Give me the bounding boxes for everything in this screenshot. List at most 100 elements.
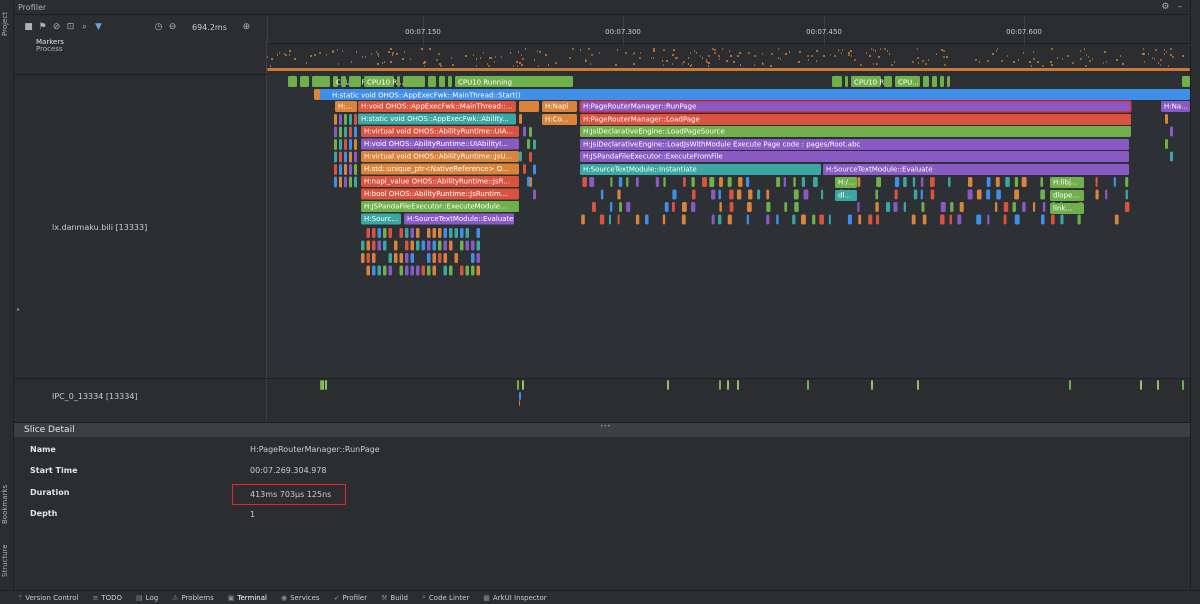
marker-dash[interactable] (730, 55, 732, 57)
slice-small[interactable] (443, 265, 448, 276)
slice-small[interactable] (748, 189, 753, 200)
slice-small[interactable] (405, 253, 409, 263)
marker-dash[interactable] (719, 58, 720, 60)
marker-dash[interactable] (925, 63, 927, 65)
slice-small[interactable] (460, 228, 464, 238)
marker-dash[interactable] (1007, 55, 1008, 57)
slice-small[interactable] (476, 253, 481, 263)
slice-small[interactable] (410, 253, 415, 263)
marker-dash[interactable] (390, 48, 392, 50)
marker-dash[interactable] (878, 56, 880, 58)
gear-icon[interactable]: ⚙ (1161, 2, 1169, 12)
marker-dash[interactable] (1051, 48, 1053, 50)
slice-small[interactable] (1124, 202, 1130, 212)
zoom-out-icon[interactable]: ⊖ (168, 22, 177, 32)
slice[interactable] (519, 101, 539, 112)
slice-small[interactable] (766, 214, 770, 225)
slice-small[interactable] (344, 139, 347, 150)
marker-dash[interactable] (975, 59, 977, 61)
marker-dash[interactable] (762, 53, 763, 55)
slice-small[interactable] (349, 151, 352, 163)
marker-dash[interactable] (271, 58, 273, 60)
slice-small[interactable] (529, 152, 532, 162)
slice-small[interactable] (1014, 177, 1019, 187)
slice-small[interactable] (903, 177, 907, 187)
slice-small[interactable] (432, 253, 437, 263)
marker-dash[interactable] (555, 62, 557, 64)
slice-small[interactable] (1170, 151, 1173, 162)
slice-small[interactable] (405, 240, 409, 251)
slice-small[interactable] (344, 126, 347, 138)
marker-dash[interactable] (306, 62, 307, 64)
marker-dash[interactable] (987, 60, 989, 62)
marker-dash[interactable] (1018, 59, 1019, 61)
slice-small[interactable] (911, 214, 916, 225)
ipc-slice[interactable] (807, 380, 809, 390)
splitter-handle[interactable]: ••• (600, 423, 611, 430)
slice-small[interactable] (793, 177, 796, 187)
marker-dash[interactable] (310, 55, 312, 57)
slice-small[interactable] (792, 214, 796, 225)
bottom-tab-log[interactable]: ▤ Log (136, 594, 158, 602)
marker-dash[interactable] (1013, 61, 1015, 63)
marker-dash[interactable] (439, 63, 441, 65)
slice-small[interactable] (354, 176, 357, 188)
capture-icon[interactable]: ⊡ (66, 22, 75, 32)
marker-dash[interactable] (762, 63, 764, 65)
marker-dash[interactable] (871, 48, 872, 50)
slice-small[interactable] (432, 228, 437, 238)
marker-dash[interactable] (922, 60, 924, 62)
ipc-slice[interactable] (519, 400, 520, 406)
slice-small[interactable] (427, 228, 431, 238)
slice-small[interactable] (427, 240, 431, 251)
marker-dash[interactable] (754, 64, 755, 66)
cpu-slice[interactable] (312, 76, 330, 87)
slice-small[interactable] (691, 189, 696, 200)
slice-small[interactable] (465, 265, 470, 276)
marker-dash[interactable] (848, 54, 850, 56)
slice-small[interactable] (449, 228, 453, 238)
slice-small[interactable] (921, 202, 925, 212)
marker-dash[interactable] (332, 51, 334, 53)
marker-dash[interactable] (1164, 53, 1165, 55)
marker-dash[interactable] (869, 55, 871, 57)
slice-small[interactable] (334, 114, 337, 125)
slice-small[interactable] (465, 228, 470, 238)
flag-icon[interactable]: ⚑ (38, 22, 47, 32)
marker-dash[interactable] (371, 53, 372, 55)
marker-dash[interactable] (384, 61, 385, 63)
slice-small[interactable] (757, 189, 761, 200)
cpu-slice[interactable] (947, 76, 950, 87)
slice-small[interactable] (416, 240, 420, 251)
marker-dash[interactable] (799, 51, 801, 53)
slice-small[interactable] (399, 228, 404, 238)
marker-dash[interactable] (319, 52, 321, 54)
slice-small[interactable] (377, 265, 382, 276)
slice-small[interactable] (383, 228, 387, 238)
marker-dash[interactable] (690, 65, 691, 67)
slice-small[interactable] (383, 265, 387, 276)
slice-small[interactable] (465, 240, 470, 251)
marker-dash[interactable] (396, 53, 398, 55)
marker-dash[interactable] (362, 56, 363, 58)
slice-small[interactable] (533, 164, 536, 175)
slice-small[interactable] (738, 177, 743, 187)
marker-dash[interactable] (714, 49, 716, 51)
slice-small[interactable] (519, 114, 522, 124)
slice-small[interactable] (432, 240, 437, 251)
slice-small[interactable] (691, 177, 695, 187)
slice-small[interactable] (471, 253, 475, 263)
slice-small[interactable] (527, 139, 530, 149)
slice-small[interactable] (959, 202, 964, 212)
marker-dash[interactable] (1170, 54, 1172, 56)
slice-small[interactable] (719, 177, 723, 187)
slice-small[interactable] (617, 189, 621, 200)
marker-dash[interactable] (729, 50, 730, 52)
marker-dash[interactable] (928, 59, 929, 61)
time-ruler[interactable]: 00:07.150 00:07.300 00:07.450 00:07.600 (267, 16, 1190, 44)
slice-small[interactable] (349, 164, 352, 175)
marker-dash[interactable] (848, 52, 850, 54)
marker-dash[interactable] (424, 61, 426, 63)
cpu-slice[interactable] (832, 76, 842, 87)
marker-dash[interactable] (421, 48, 423, 50)
